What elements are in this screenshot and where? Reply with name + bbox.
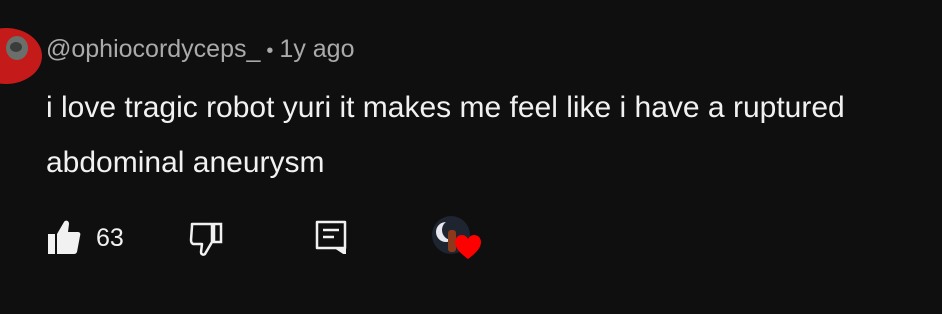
dislike-button[interactable] <box>188 218 224 258</box>
comment-timestamp[interactable]: 1y ago <box>279 35 354 63</box>
thumbs-down-icon <box>189 222 223 256</box>
comment-header: @ophiocordyceps_ • 1y ago <box>46 32 354 68</box>
heart-icon <box>455 235 481 259</box>
creator-heart-badge <box>432 214 484 262</box>
avatar-face-detail <box>10 42 22 52</box>
reply-icon <box>315 220 347 256</box>
comment-author[interactable]: @ophiocordyceps_ <box>46 35 260 63</box>
user-avatar[interactable] <box>0 28 42 84</box>
reply-button[interactable] <box>314 218 348 256</box>
thumbs-up-icon <box>48 220 81 254</box>
comment-text: i love tragic robot yuri it makes me fee… <box>46 91 845 179</box>
like-button[interactable] <box>46 218 82 258</box>
like-count: 63 <box>96 224 124 252</box>
header-separator: • <box>266 40 274 62</box>
